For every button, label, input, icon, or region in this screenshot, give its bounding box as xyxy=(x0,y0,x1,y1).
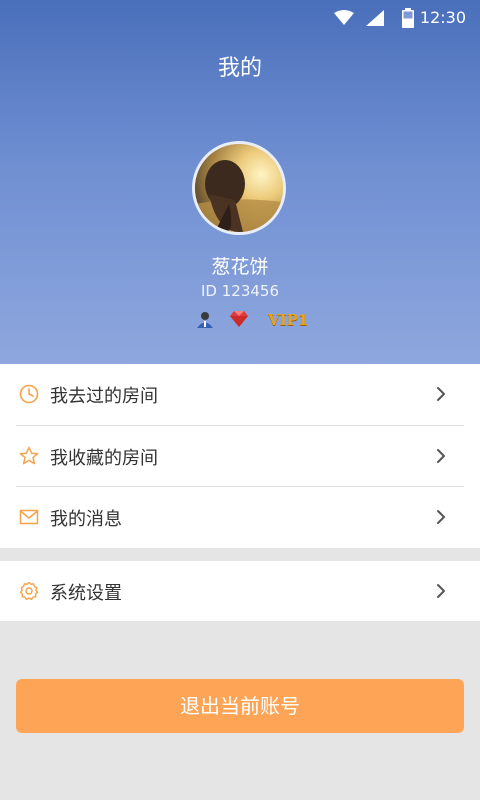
chevron-right-icon xyxy=(436,509,446,529)
diamond-badge-icon xyxy=(230,311,248,331)
battery-icon xyxy=(402,8,414,32)
menu-item-settings[interactable]: 系统设置 xyxy=(0,561,480,622)
vip-badge: VIP1 xyxy=(268,311,309,329)
chevron-right-icon xyxy=(436,583,446,603)
signal-icon xyxy=(366,10,384,30)
clock-icon xyxy=(19,384,39,404)
menu-item-visited-rooms[interactable]: 我去过的房间 xyxy=(0,364,480,425)
settings-label: 系统设置 xyxy=(50,583,122,604)
mail-icon xyxy=(19,507,39,527)
badge-row: VIP1 xyxy=(0,311,480,331)
profile-header: 12:30 我的 葱花饼 ID 123456 VIP1 xyxy=(0,0,480,364)
menu-list: 我去过的房间 我收藏的房间 我的消息 xyxy=(0,364,480,548)
status-bar: 12:30 xyxy=(0,0,480,36)
logout-button[interactable]: 退出当前账号 xyxy=(16,679,464,733)
menu-item-messages[interactable]: 我的消息 xyxy=(0,487,480,548)
username: 葱花饼 xyxy=(211,256,269,278)
menu-item-favorite-rooms[interactable]: 我收藏的房间 xyxy=(0,426,480,487)
star-icon xyxy=(19,446,39,466)
wifi-icon xyxy=(334,10,354,30)
user-id: ID 123456 xyxy=(200,282,279,300)
menu-item-label: 我收藏的房间 xyxy=(50,448,158,469)
status-time: 12:30 xyxy=(419,8,466,27)
user-badge-icon xyxy=(196,311,214,333)
menu-item-label: 我的消息 xyxy=(50,509,122,530)
menu-item-label: 我去过的房间 xyxy=(50,386,158,407)
avatar[interactable] xyxy=(192,141,286,235)
settings-section: 系统设置 xyxy=(0,561,480,621)
chevron-right-icon xyxy=(436,386,446,406)
gear-icon xyxy=(19,581,39,601)
chevron-right-icon xyxy=(436,448,446,468)
page-title: 我的 xyxy=(217,56,262,81)
